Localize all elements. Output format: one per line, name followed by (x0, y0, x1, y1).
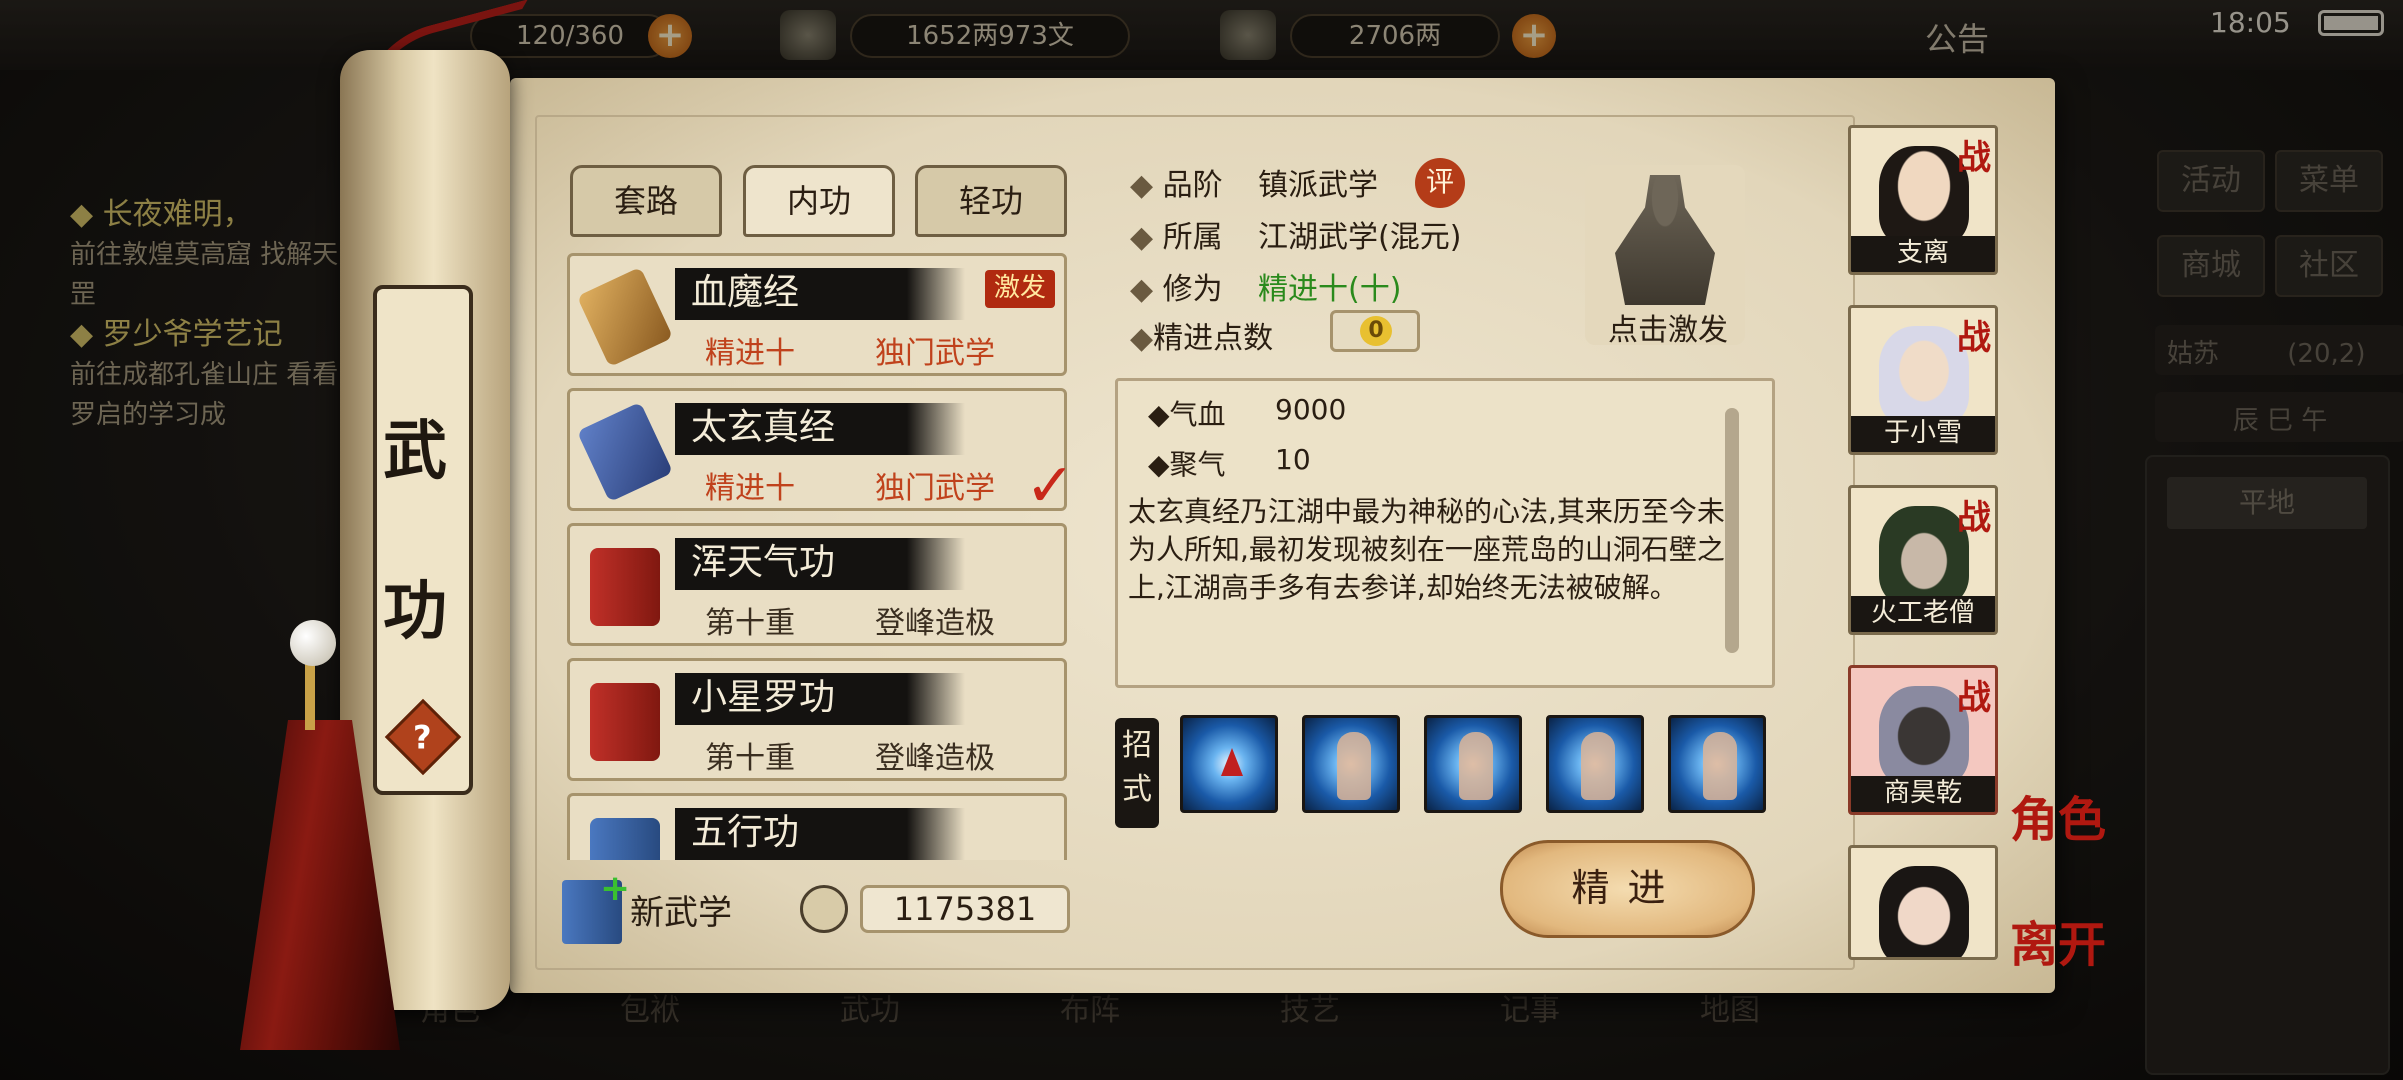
skill-level: 第十重 (705, 606, 795, 641)
skill-list[interactable]: 血魔经 激发 精进十 独门武学 太玄真经 精进十 独门武学 ✓ 浑天气功 第十重… (560, 245, 1080, 860)
martial-figure-icon (1337, 732, 1371, 800)
refine-points-label: ◆精进点数 (1130, 321, 1274, 356)
battle-tag: 战 (1957, 678, 1991, 718)
rating-badge[interactable]: 评 (1415, 158, 1465, 208)
character-card[interactable]: 战 于小雪 (1848, 305, 1998, 455)
grade-value: 镇派武学 (1258, 168, 1378, 203)
moves-label: 招式 (1115, 718, 1159, 828)
red-book-icon (590, 683, 660, 761)
stat-value: 10 (1275, 443, 1311, 476)
skill-name: 小星罗功 (675, 673, 965, 725)
refine-button[interactable]: 精进 (1500, 840, 1755, 938)
role-tab[interactable]: 角色 (2010, 780, 2106, 850)
description-scroll-thumb[interactable] (1725, 408, 1739, 653)
skill-name: 浑天气功 (675, 538, 965, 590)
activated-badge: 激发 (985, 270, 1055, 308)
battle-tag: 战 (1957, 498, 1991, 538)
character-name: 支离 (1851, 236, 1995, 272)
panel-title-char-2: 功 (383, 574, 447, 649)
skill-level: 精进十 (705, 336, 795, 371)
tab-routine[interactable]: 套路 (570, 165, 722, 237)
tassel-cord (305, 660, 315, 730)
character-card-selected[interactable]: 战 商昊乾 (1848, 665, 1998, 815)
book-points-icon (800, 885, 848, 933)
jade-bead-icon (290, 620, 336, 666)
skill-description: 太玄真经乃江湖中最为神秘的心法,其来历至今未为人所知,最初发现被刻在一座荒岛的山… (1128, 495, 1725, 604)
battle-tag: 战 (1957, 318, 1991, 358)
stat-label: ◆聚气 (1148, 448, 1226, 481)
panel-title-char-1: 武 (383, 414, 447, 489)
tab-inner-skill[interactable]: 内功 (743, 165, 895, 237)
stat-value: 9000 (1275, 393, 1347, 426)
martial-figure-icon (1581, 732, 1615, 800)
belong-label: ◆ 所属 (1130, 220, 1223, 255)
skill-level: 第十重 (705, 741, 795, 776)
character-portrait (1879, 326, 1969, 426)
list-item[interactable]: 五行功 (567, 793, 1067, 860)
new-skill-button[interactable]: 新武学 (630, 885, 732, 934)
character-name: 火工老僧 (1851, 596, 1995, 632)
checkmark-icon: ✓ (1025, 451, 1076, 521)
skill-type: 登峰造极 (875, 606, 995, 641)
skill-type: 独门武学 (875, 471, 995, 506)
character-name: 商昊乾 (1851, 776, 1995, 812)
move-icon[interactable] (1302, 715, 1400, 813)
cultivation-value: 精进十(十) (1258, 272, 1402, 307)
activate-label: 点击激发 (1608, 313, 1728, 348)
skill-name: 五行功 (675, 808, 965, 860)
list-item[interactable]: 小星罗功 第十重 登峰造极 (567, 658, 1067, 781)
red-book-icon (590, 548, 660, 626)
skill-name: 血魔经 (675, 268, 965, 320)
tab-lightness[interactable]: 轻功 (915, 165, 1067, 237)
help-icon: ? (413, 718, 432, 757)
martial-figure-icon (1703, 732, 1737, 800)
grade-label: ◆ 品阶 (1130, 168, 1223, 203)
move-icon[interactable] (1546, 715, 1644, 813)
skill-name: 太玄真经 (675, 403, 965, 455)
blood-drop-icon (1221, 748, 1243, 776)
character-portrait (1879, 866, 1969, 957)
character-card[interactable]: 战 支离 (1848, 125, 1998, 275)
list-item[interactable]: 血魔经 激发 精进十 独门武学 (567, 253, 1067, 376)
character-portrait (1879, 146, 1969, 246)
move-icon[interactable] (1424, 715, 1522, 813)
refine-points-value: 0 (1360, 316, 1392, 346)
skill-level: 精进十 (705, 471, 795, 506)
battle-tag: 战 (1957, 138, 1991, 178)
blue-book-icon (590, 818, 660, 860)
character-name: 于小雪 (1851, 416, 1995, 452)
belong-value: 江湖武学(混元) (1258, 220, 1462, 255)
martial-figure-icon (1459, 732, 1493, 800)
character-portrait (1879, 686, 1969, 786)
plus-icon: + (600, 868, 631, 909)
skill-type: 登峰造极 (875, 741, 995, 776)
cultivation-label: ◆ 修为 (1130, 272, 1223, 307)
list-item[interactable]: 太玄真经 精进十 独门武学 ✓ (567, 388, 1075, 521)
skill-points-value: 1175381 (860, 885, 1070, 933)
move-icon[interactable] (1668, 715, 1766, 813)
character-card[interactable]: 战 火工老僧 (1848, 485, 1998, 635)
skill-type: 独门武学 (875, 336, 995, 371)
character-card[interactable] (1848, 845, 1998, 960)
move-icon[interactable] (1180, 715, 1278, 813)
stat-label: ◆气血 (1148, 398, 1226, 431)
blue-scroll-icon (576, 401, 674, 503)
list-item[interactable]: 浑天气功 第十重 登峰造极 (567, 523, 1067, 646)
scroll-icon (576, 266, 674, 368)
character-portrait (1879, 506, 1969, 606)
leave-button[interactable]: 离开 (2010, 905, 2106, 975)
